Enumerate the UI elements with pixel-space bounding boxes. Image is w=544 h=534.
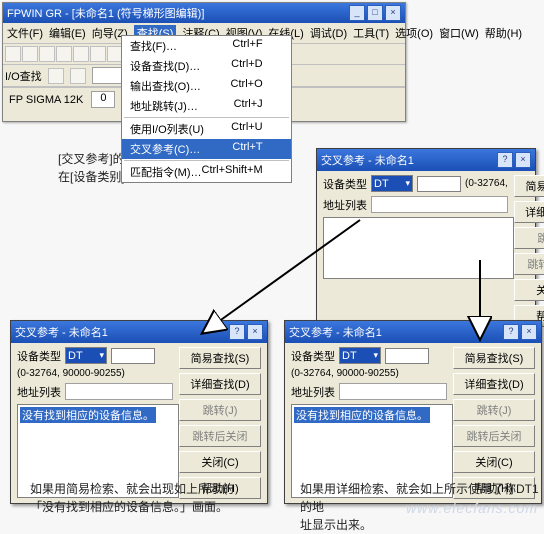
status-num: 0 [91, 91, 115, 108]
close-button[interactable]: 关闭(C) [179, 451, 261, 473]
range-text: (0-32764, [465, 178, 508, 189]
button-column: 简易查找(S) 详细查找(D) 跳转(J) 跳转后关闭 关闭(C) 帮助(H) [179, 347, 261, 499]
jump-close-button[interactable]: 跳转后关闭 [179, 425, 261, 447]
arrow-right-icon[interactable] [70, 68, 86, 84]
dialog-title: 交叉参考 - 未命名1 [15, 324, 108, 340]
watermark: www.elecfans.com [406, 500, 538, 516]
toolbar-icon[interactable] [73, 46, 89, 62]
close-icon[interactable]: × [247, 324, 263, 340]
device-type-select[interactable]: DT [371, 175, 413, 192]
cross-ref-dialog-left: 交叉参考 - 未命名1 ?× 设备类型 DT (0-32764, 90000-9… [10, 320, 268, 504]
arrow-left-icon[interactable] [48, 68, 64, 84]
main-app-window: FPWIN GR - [未命名1 (符号梯形图编辑)] _ □ × 文件(F) … [2, 2, 406, 122]
menu-help[interactable]: 帮助(H) [485, 25, 522, 41]
close-icon[interactable]: × [515, 152, 531, 168]
toolbar-icon[interactable] [56, 46, 72, 62]
cross-ref-dialog-right: 交叉参考 - 未命名1 ?× 设备类型 DT (0-32764, 90000-9… [284, 320, 542, 504]
simple-search-button[interactable]: 简易查找(S) [179, 347, 261, 369]
menu-item-cross-ref[interactable]: 交叉参考(C)…Ctrl+T [122, 139, 291, 159]
help-icon[interactable]: ? [497, 152, 513, 168]
help-icon[interactable]: ? [229, 324, 245, 340]
addr-list-label: 地址列表 [323, 197, 367, 213]
help-icon[interactable]: ? [503, 324, 519, 340]
device-type-label: 设备类型 [323, 176, 367, 192]
dialog-body: 设备类型 DT (0-32764, 90000-90255) 地址列表 没有找到… [11, 343, 267, 503]
device-type-label: 设备类型 [17, 348, 61, 364]
jump-close-button[interactable]: 跳转后关闭 [453, 425, 535, 447]
menu-debug[interactable]: 调试(D) [310, 25, 347, 41]
minimize-button[interactable]: _ [349, 5, 365, 21]
caption-left: 如果用简易检索、就会出现如上所示的 「没有找到相应的设备信息。」画面。 [30, 480, 270, 516]
jump-button[interactable]: 跳转(J) [179, 399, 261, 421]
simple-search-button[interactable]: 简易查找(S) [514, 175, 544, 197]
device-number-input[interactable] [417, 176, 461, 192]
menu-window[interactable]: 窗口(W) [439, 25, 479, 41]
dialog-body: 设备类型 DT (0-32764, 90000-90255) 地址列表 没有找到… [285, 343, 541, 503]
menu-item-output-find[interactable]: 输出查找(O)…Ctrl+O [122, 76, 291, 96]
menu-item-addr-jump[interactable]: 地址跳转(J)…Ctrl+J [122, 96, 291, 116]
device-type-label: 设备类型 [291, 348, 335, 364]
close-button[interactable]: 关闭(C) [514, 279, 544, 301]
caption-line: 如果用简易检索、就会出现如上所示的 [30, 480, 270, 498]
range-text: (0-32764, 90000-90255) [291, 368, 399, 379]
menu-item-device-find[interactable]: 设备查找(D)…Ctrl+D [122, 56, 291, 76]
close-icon[interactable]: × [521, 324, 537, 340]
dialog-title: 交叉参考 - 未命名1 [321, 152, 414, 168]
main-title-text: FPWIN GR - [未命名1 (符号梯形图编辑)] [7, 5, 204, 21]
menu-item-io-list[interactable]: 使用I/O列表(U)Ctrl+U [122, 119, 291, 139]
device-type-select[interactable]: DT [339, 347, 381, 364]
io-label: I/O查找 [5, 68, 42, 84]
cross-ref-dialog-top: 交叉参考 - 未命名1 ?× 设备类型 DT (0-32764, 地址列表 简易… [316, 148, 536, 332]
result-listbox[interactable] [323, 217, 514, 279]
main-titlebar: FPWIN GR - [未命名1 (符号梯形图编辑)] _ □ × [3, 3, 405, 23]
button-column: 简易查找(S) 详细查找(D) 跳转(J) 跳转后关闭 关闭(C) 帮助(H) [514, 175, 544, 327]
plc-model: FP SIGMA 12K [9, 94, 83, 106]
addr-list-label: 地址列表 [291, 384, 335, 400]
detail-search-button[interactable]: 详细查找(D) [179, 373, 261, 395]
dialog-body: 设备类型 DT (0-32764, 地址列表 简易查找(S) 详细查找(D) 跳… [317, 171, 535, 331]
maximize-button[interactable]: □ [367, 5, 383, 21]
close-button[interactable]: × [385, 5, 401, 21]
list-message: 没有找到相应的设备信息。 [20, 407, 156, 423]
jump-close-button[interactable]: 跳转后关闭 [514, 253, 544, 275]
toolbar-icon[interactable] [5, 46, 21, 62]
search-dropdown[interactable]: 查找(F)…Ctrl+F 设备查找(D)…Ctrl+D 输出查找(O)…Ctrl… [121, 35, 292, 183]
device-type-select[interactable]: DT [65, 347, 107, 364]
addr-list-input[interactable] [65, 383, 173, 400]
detail-search-button[interactable]: 详细查找(D) [514, 201, 544, 223]
device-number-input[interactable] [385, 348, 429, 364]
dialog-titlebar: 交叉参考 - 未命名1 ?× [285, 321, 541, 343]
toolbar-icon[interactable] [22, 46, 38, 62]
menu-option[interactable]: 选项(O) [395, 25, 433, 41]
window-controls: _ □ × [349, 5, 401, 21]
list-message: 没有找到相应的设备信息。 [294, 407, 430, 423]
menu-file[interactable]: 文件(F) [7, 25, 43, 41]
button-column: 简易查找(S) 详细查找(D) 跳转(J) 跳转后关闭 关闭(C) 帮助(H) [453, 347, 535, 499]
close-button[interactable]: 关闭(C) [453, 451, 535, 473]
dialog-title: 交叉参考 - 未命名1 [289, 324, 382, 340]
addr-list-input[interactable] [339, 383, 447, 400]
caption-line: 「没有找到相应的设备信息。」画面。 [30, 498, 270, 516]
dialog-titlebar: 交叉参考 - 未命名1 ?× [11, 321, 267, 343]
detail-search-button[interactable]: 详细查找(D) [453, 373, 535, 395]
caption-line: 址显示出来。 [300, 516, 540, 534]
addr-list-label: 地址列表 [17, 384, 61, 400]
menu-item-find[interactable]: 查找(F)…Ctrl+F [122, 36, 291, 56]
device-number-input[interactable] [111, 348, 155, 364]
addr-list-input[interactable] [371, 196, 508, 213]
toolbar-icon[interactable] [39, 46, 55, 62]
simple-search-button[interactable]: 简易查找(S) [453, 347, 535, 369]
toolbar-icon[interactable] [90, 46, 106, 62]
menu-edit[interactable]: 编辑(E) [49, 25, 86, 41]
menu-tool[interactable]: 工具(T) [353, 25, 389, 41]
jump-button[interactable]: 跳转(J) [514, 227, 544, 249]
range-text: (0-32764, 90000-90255) [17, 368, 125, 379]
dialog-titlebar: 交叉参考 - 未命名1 ?× [317, 149, 535, 171]
jump-button[interactable]: 跳转(J) [453, 399, 535, 421]
menu-item-match-instr[interactable]: 匹配指令(M)…Ctrl+Shift+M [122, 162, 291, 182]
